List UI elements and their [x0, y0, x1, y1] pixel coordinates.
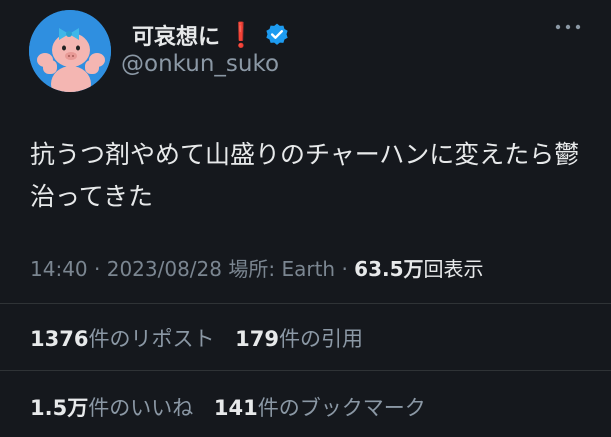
display-name-text: 可哀想に: [132, 25, 221, 50]
exclamation-emoji: ❗: [226, 21, 256, 49]
quotes-stat[interactable]: 179件の引用: [235, 327, 377, 351]
tweet-location[interactable]: 場所: Earth: [228, 257, 335, 281]
bookmarks-label: 件のブックマーク: [257, 396, 426, 420]
quotes-count: 179: [235, 327, 279, 351]
tweet-date[interactable]: 2023/08/28: [107, 257, 222, 281]
views-label: 回表示: [423, 257, 484, 281]
repost-stats-row: 1376件のリポスト 179件の引用: [30, 323, 377, 353]
tweet-meta: 14:40 · 2023/08/28 場所: Earth · 63.5万回表示: [30, 253, 484, 282]
likes-count: 1.5万: [30, 396, 89, 420]
divider: [0, 370, 611, 371]
user-handle[interactable]: @onkun_suko: [121, 51, 279, 77]
tweet-text: 抗うつ剤やめて山盛りのチャーハンに変えたら鬱治ってきた: [30, 140, 580, 211]
reposts-stat[interactable]: 1376件のリポスト: [30, 327, 228, 351]
likes-label: 件のいいね: [88, 396, 194, 420]
views-count: 63.5万: [354, 257, 424, 281]
bookmarks-stat[interactable]: 141件のブックマーク: [214, 396, 440, 420]
bookmarks-count: 141: [213, 396, 258, 420]
tweet-time[interactable]: 14:40: [30, 257, 88, 281]
divider: [0, 303, 611, 304]
likes-stat[interactable]: 1.5万件のいいね: [30, 396, 207, 420]
meta-separator: ·: [94, 257, 107, 281]
verified-badge-icon: [266, 23, 288, 45]
pig-character-avatar-icon: [29, 10, 111, 92]
display-name[interactable]: 可哀想に ❗: [132, 19, 290, 51]
reposts-label: 件のリポスト: [88, 327, 215, 351]
avatar[interactable]: [29, 10, 111, 92]
reposts-count: 1376: [30, 327, 89, 351]
like-stats-row: 1.5万件のいいね 141件のブックマーク: [30, 392, 440, 422]
more-options-icon[interactable]: [554, 20, 582, 34]
quotes-label: 件の引用: [278, 327, 363, 351]
meta-separator: ·: [341, 257, 355, 281]
